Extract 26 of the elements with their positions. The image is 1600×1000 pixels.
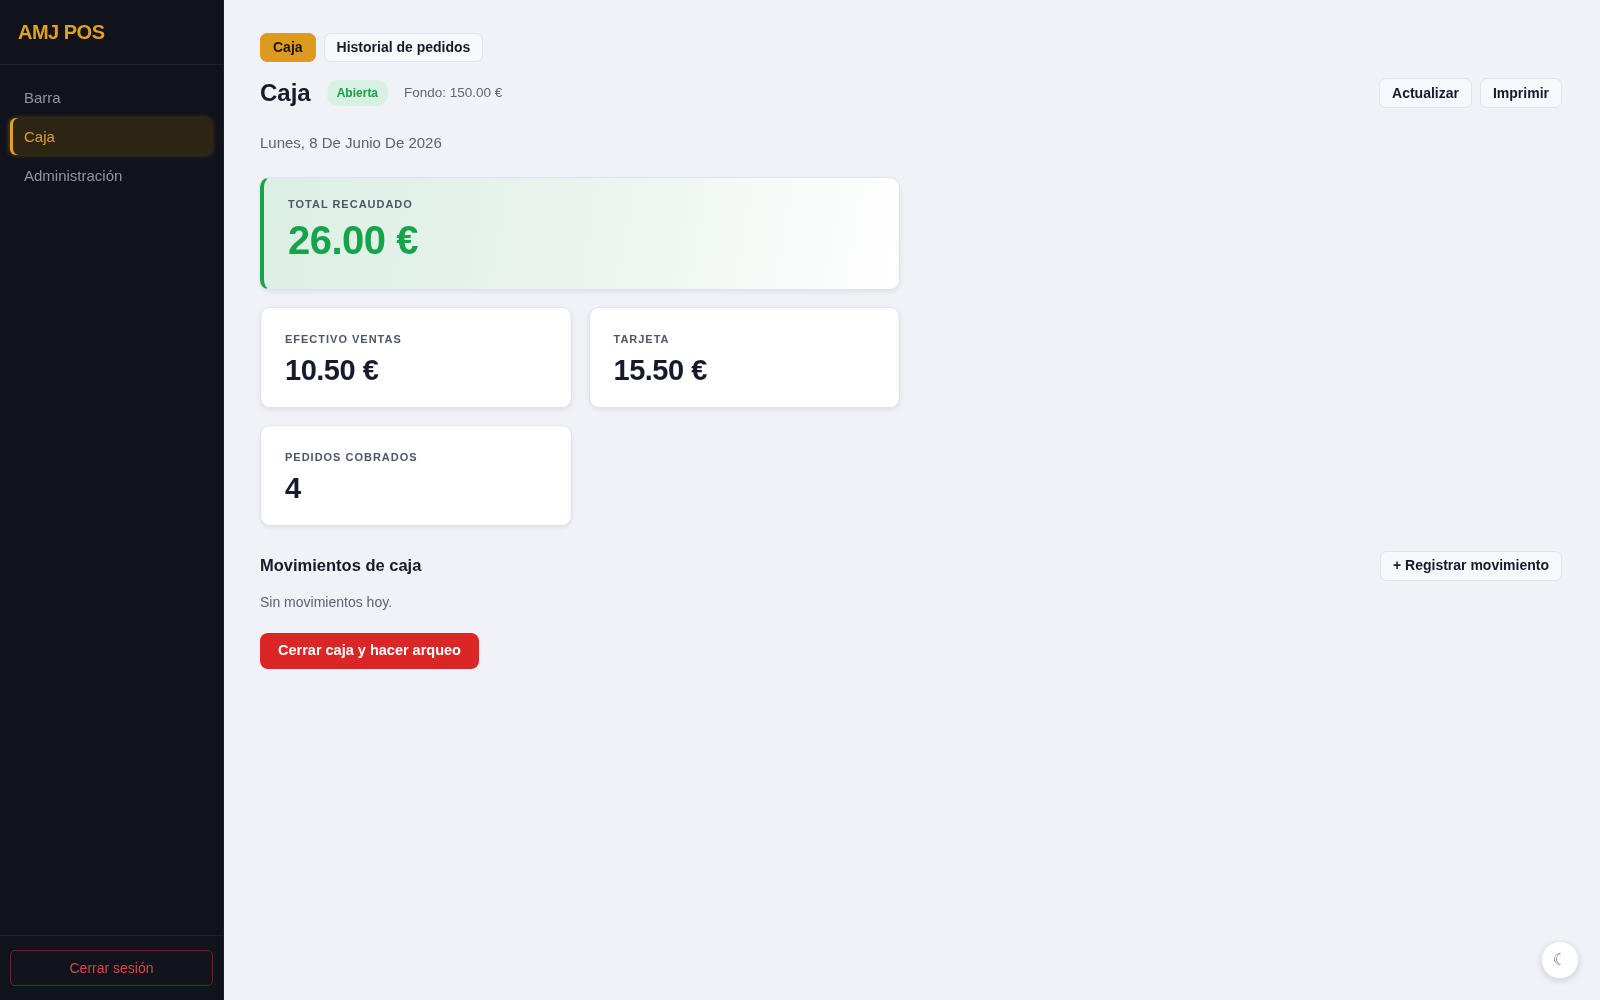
stat-value: 4	[285, 473, 301, 505]
tab[interactable]: Caja	[260, 33, 316, 62]
logout-button[interactable]: Cerrar sesión	[10, 950, 213, 986]
add-movement-button[interactable]: + Registrar movimiento	[1380, 550, 1562, 581]
close-register-button[interactable]: Cerrar caja y hacer arqueo	[260, 632, 479, 669]
page-title: Caja	[260, 78, 311, 108]
section-title: Movimientos de caja	[260, 555, 422, 576]
total-amount: 26.00 €	[288, 218, 418, 262]
toolbar-button[interactable]: Imprimir	[1480, 78, 1562, 108]
stat-label: EFECTIVO VENTAS	[285, 331, 402, 347]
sidebar-item[interactable]: Administración	[10, 157, 213, 194]
app-logo: AMJ POS	[18, 20, 105, 45]
sidebar-item[interactable]: Caja	[10, 118, 213, 155]
stat-value: 15.50 €	[613, 355, 707, 387]
toolbar-button[interactable]: Actualizar	[1379, 78, 1472, 108]
total-label: TOTAL RECAUDADO	[288, 196, 413, 212]
theme-toggle-button[interactable]: ☾	[1541, 941, 1579, 979]
tab[interactable]: Historial de pedidos	[323, 33, 484, 62]
stat-value: 10.50 €	[285, 355, 379, 387]
sidebar-item[interactable]: Barra	[10, 79, 213, 116]
date-label: Lunes, 8 De Junio De 2026	[260, 133, 442, 153]
status-badge: Abierta	[326, 80, 389, 106]
stat-label: PEDIDOS COBRADOS	[285, 449, 418, 465]
stat-label: TARJETA	[613, 331, 670, 347]
empty-message: Sin movimientos hoy.	[260, 592, 392, 612]
fund-amount: Fondo: 150.00 €	[404, 83, 503, 102]
